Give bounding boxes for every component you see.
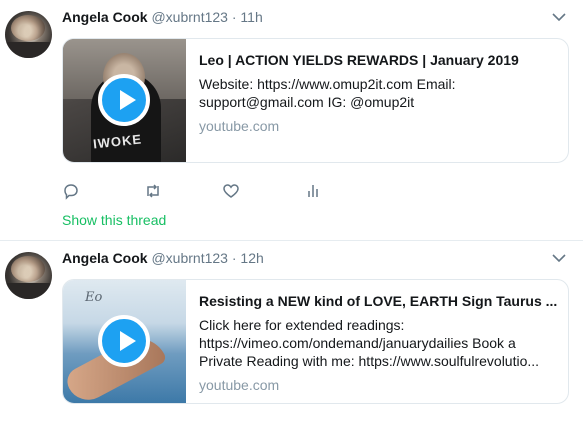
play-icon[interactable] — [98, 315, 150, 367]
card-description: Website: https://www.omup2it.com Email: … — [199, 76, 456, 110]
card-title: Leo | ACTION YIELDS REWARDS | January 20… — [199, 52, 519, 68]
card-domain: youtube.com — [199, 377, 280, 393]
thumbnail-text: Eo — [85, 290, 103, 305]
separator: · — [231, 250, 237, 266]
reply-icon[interactable] — [62, 182, 80, 200]
link-card[interactable]: IWOKE Leo | ACTION YIELDS REWARDS | Janu… — [62, 38, 569, 163]
video-thumbnail[interactable]: IWOKE — [63, 39, 186, 162]
separator: · — [231, 9, 237, 25]
author-handle[interactable]: @xubrnt123 — [151, 9, 227, 25]
analytics-icon[interactable] — [304, 182, 322, 200]
play-icon[interactable] — [98, 74, 150, 126]
tweet-header: Angela Cook @xubrnt123 · 11h — [62, 9, 263, 25]
author-name[interactable]: Angela Cook — [62, 9, 148, 25]
tweet-header: Angela Cook @xubrnt123 · 12h — [62, 250, 264, 266]
link-card[interactable]: Eo Resisting a NEW kind of LOVE, EARTH S… — [62, 279, 569, 404]
timestamp[interactable]: 12h — [240, 250, 263, 266]
card-description: Click here for extended readings: https:… — [199, 317, 540, 369]
like-icon[interactable] — [222, 182, 240, 200]
tweet[interactable]: Angela Cook @xubrnt123 · 12h Eo Resistin… — [0, 241, 583, 425]
chevron-down-icon[interactable] — [552, 12, 566, 22]
retweet-icon[interactable] — [144, 182, 162, 200]
avatar[interactable] — [5, 252, 52, 299]
tweet[interactable]: Angela Cook @xubrnt123 · 11h IWOKE Leo |… — [0, 0, 583, 240]
author-handle[interactable]: @xubrnt123 — [151, 250, 227, 266]
card-title: Resisting a NEW kind of LOVE, EARTH Sign… — [199, 293, 558, 309]
show-thread-link[interactable]: Show this thread — [62, 212, 166, 228]
timestamp[interactable]: 11h — [240, 9, 262, 25]
card-domain: youtube.com — [199, 118, 280, 134]
avatar[interactable] — [5, 11, 52, 58]
tweet-actions — [62, 182, 362, 200]
chevron-down-icon[interactable] — [552, 253, 566, 263]
author-name[interactable]: Angela Cook — [62, 250, 148, 266]
video-thumbnail[interactable]: Eo — [63, 280, 186, 403]
